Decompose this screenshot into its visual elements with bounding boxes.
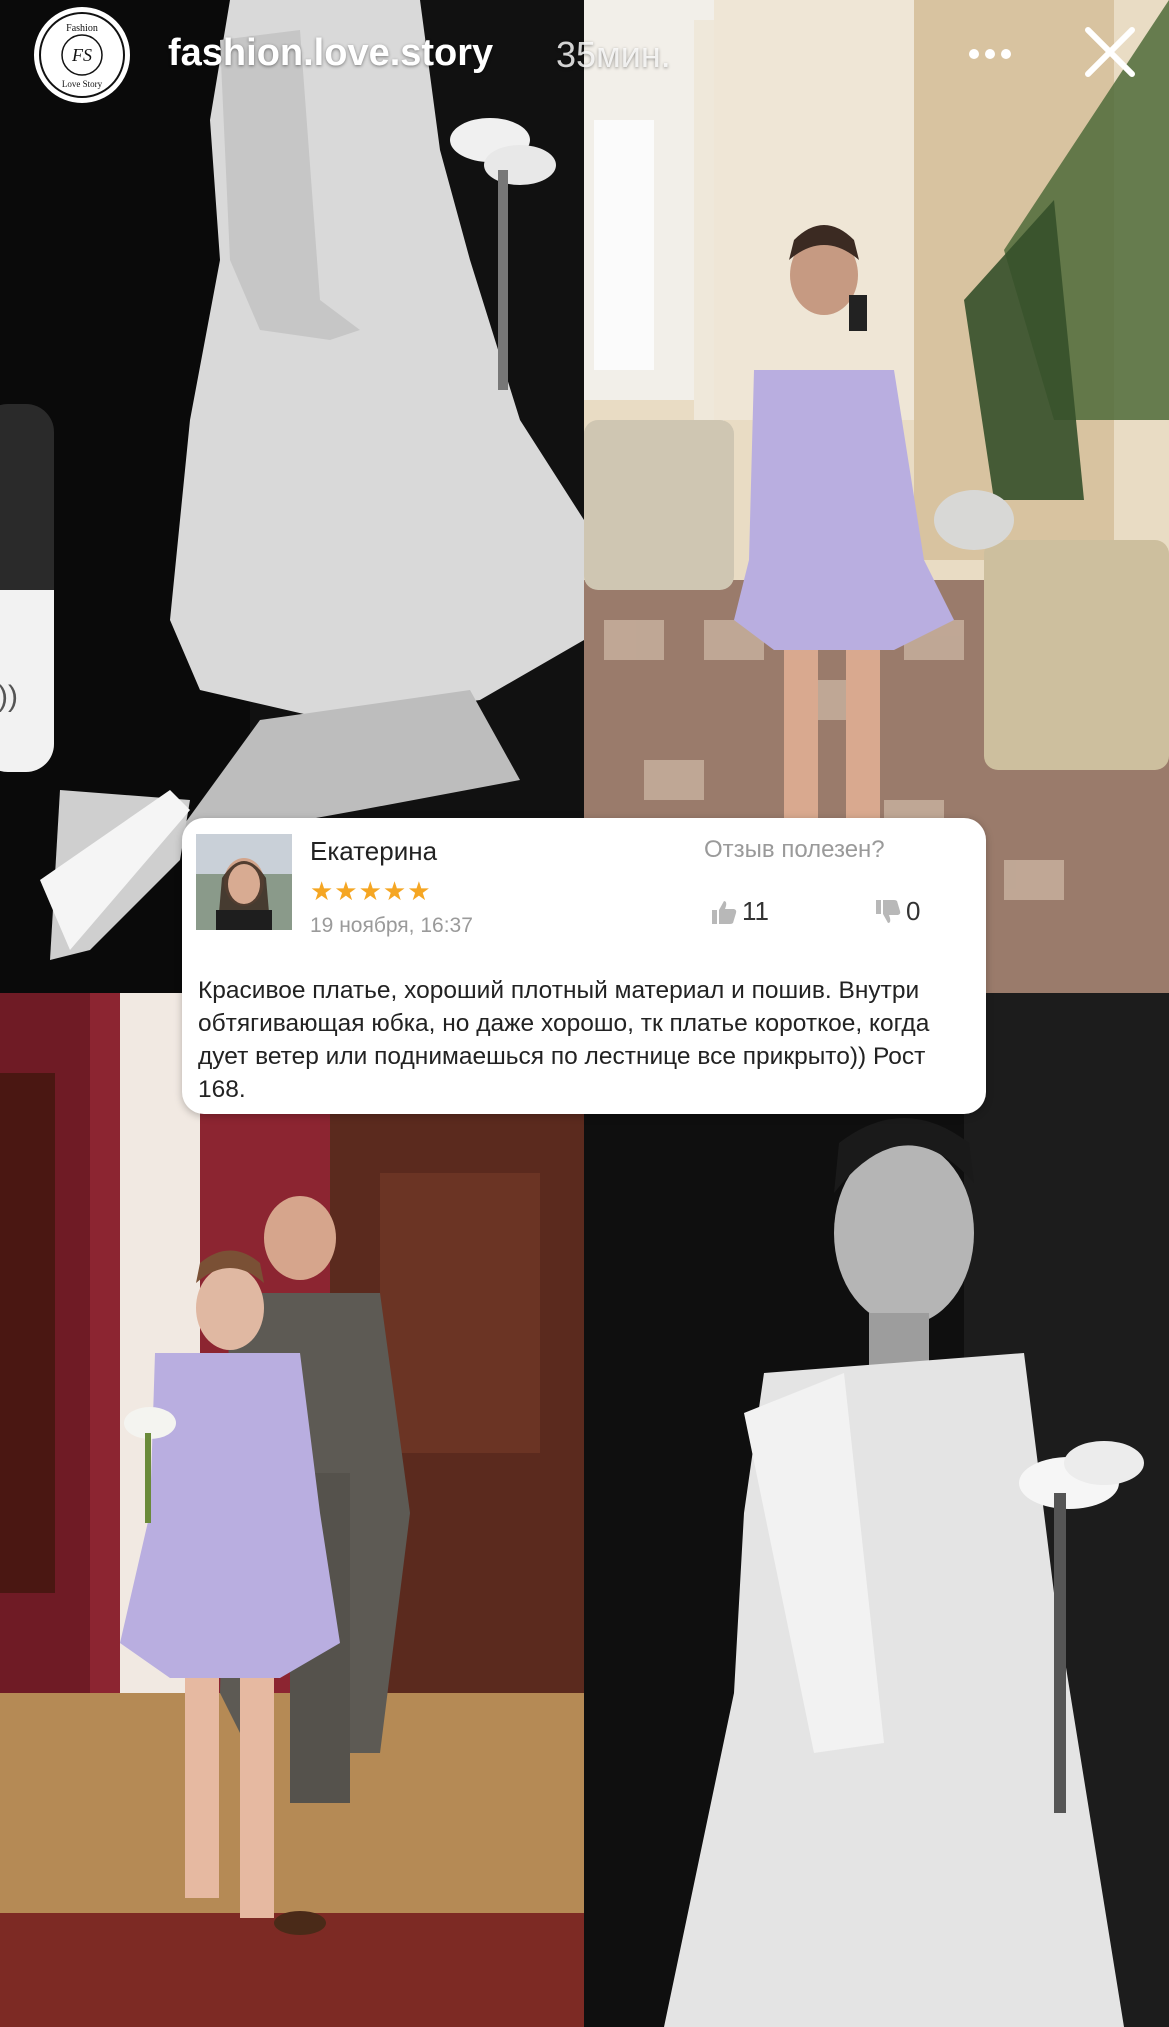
thumb-down-icon: [876, 899, 901, 923]
reviewer-avatar: [196, 834, 292, 930]
svg-text:FS: FS: [71, 45, 92, 65]
review-rating-stars: ★★★★★: [310, 876, 432, 906]
overlay-card-light-section: )): [0, 590, 54, 772]
review-text: Красивое платье, хороший плотный материа…: [198, 977, 930, 1103]
more-icon[interactable]: [960, 24, 1020, 84]
close-icon[interactable]: [1078, 20, 1142, 84]
svg-text:Love Story: Love Story: [62, 79, 103, 89]
overlay-card-dark-section: [0, 404, 54, 590]
photo-couple-lavender-dress: [0, 993, 584, 2027]
like-button[interactable]: 11: [710, 896, 769, 927]
review-card: Екатерина ★★★★★ 19 ноября, 16:37 Отзыв п…: [182, 818, 986, 1114]
post-time: 35мин.: [556, 34, 671, 75]
review-date: 19 ноября, 16:37: [310, 914, 473, 937]
reviewer-name: Екатерина: [310, 836, 438, 866]
overlay-card-text-fragment: )): [0, 680, 18, 713]
dislike-count: 0: [906, 896, 921, 926]
account-avatar[interactable]: FS Fashion Love Story: [34, 7, 130, 103]
brand-logo: FS Fashion Love Story: [39, 12, 125, 98]
helpful-question: Отзыв полезен?: [704, 836, 885, 863]
like-count: 11: [742, 896, 769, 926]
svg-text:Fashion: Fashion: [66, 23, 98, 34]
photo-white-dress-portrait: [584, 993, 1169, 2027]
account-name[interactable]: fashion.love.story: [168, 32, 493, 75]
dislike-button[interactable]: 0: [874, 896, 920, 927]
story-header: FS Fashion Love Story fashion.love.story…: [0, 0, 1169, 110]
partial-overlay-card[interactable]: )): [0, 404, 54, 772]
thumb-up-icon: [712, 900, 737, 924]
